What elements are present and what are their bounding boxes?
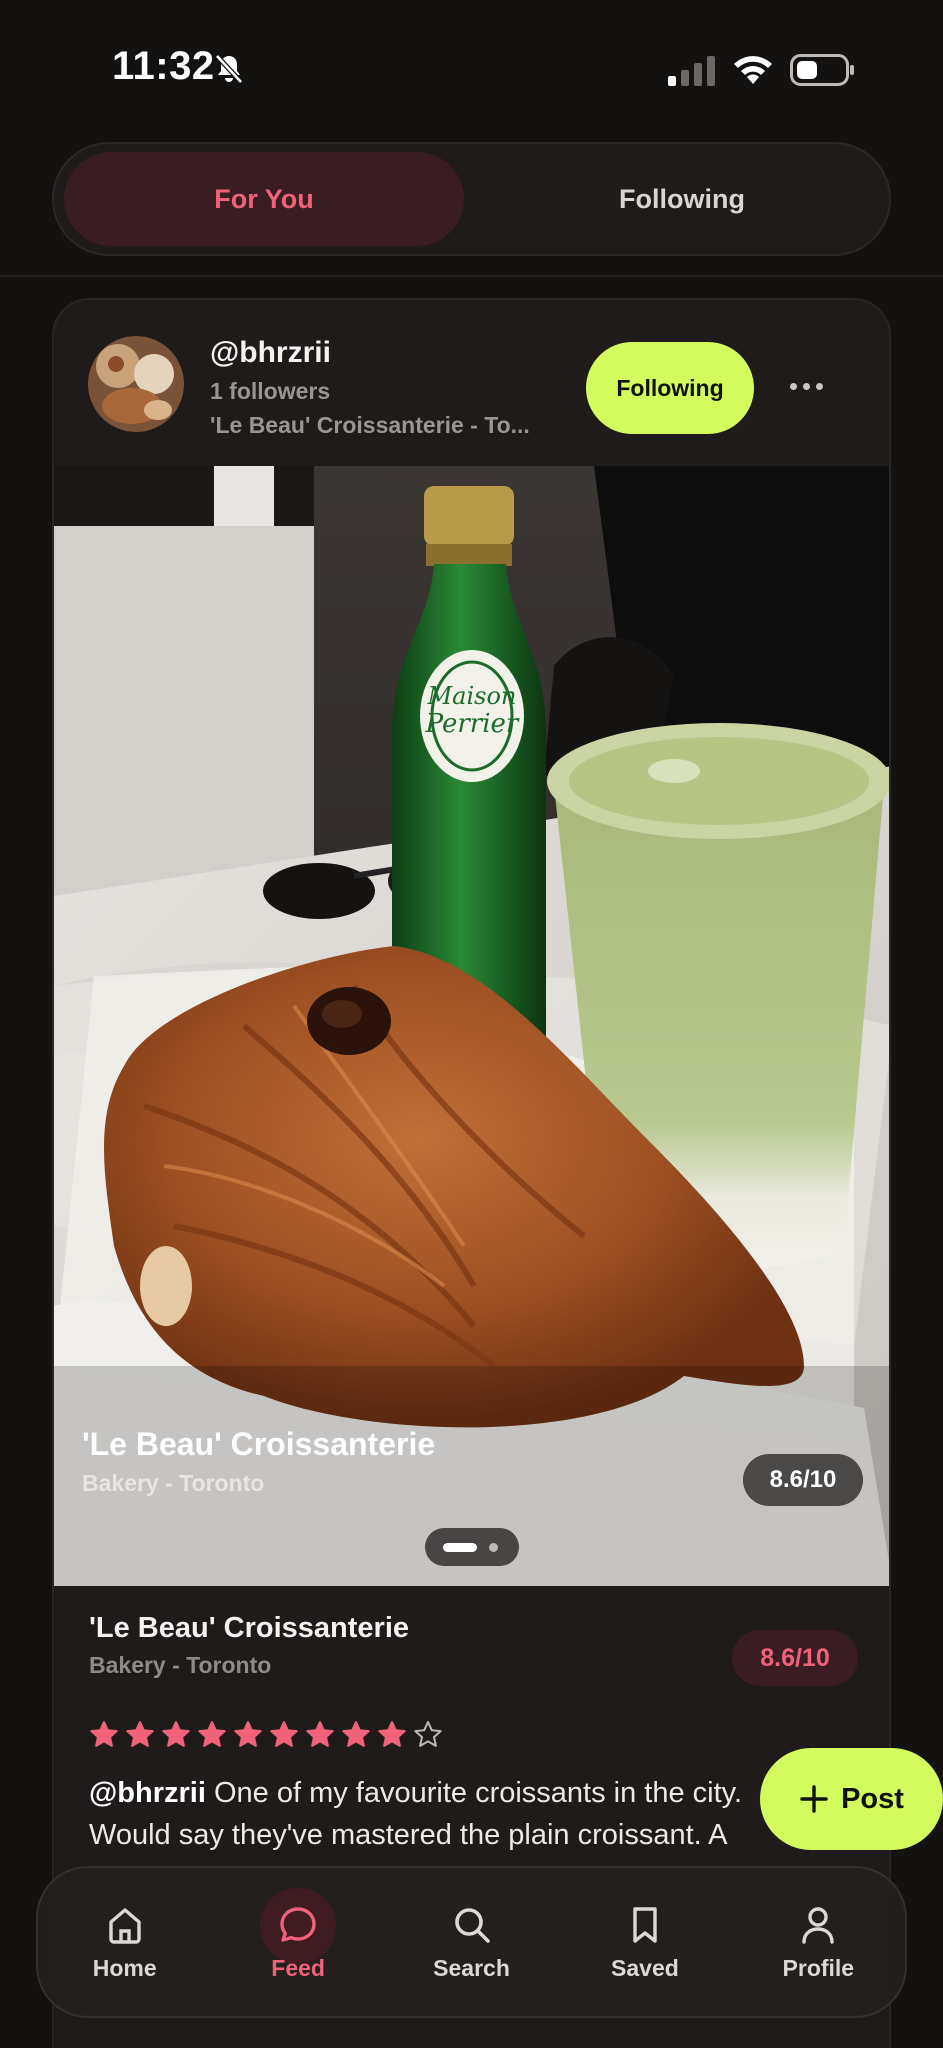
nav-profile[interactable]: Profile: [732, 1868, 905, 2016]
battery-icon: [790, 54, 854, 86]
svg-text:Perrier: Perrier: [425, 709, 520, 739]
post-username[interactable]: @bhrzrii: [210, 336, 331, 370]
nav-profile-label: Profile: [782, 1954, 855, 1981]
photo-place-subtitle: Bakery - Toronto: [82, 1470, 265, 1496]
star-empty-icon: [414, 1721, 442, 1747]
score-badge: 8.6/10: [732, 1630, 858, 1686]
carousel-dot-active: [443, 1543, 477, 1552]
photo-place-title: 'Le Beau' Croissanterie: [82, 1426, 436, 1462]
home-icon: [109, 1907, 141, 1944]
more-options-icon[interactable]: [784, 366, 828, 406]
follower-count: 1 followers: [210, 378, 331, 404]
nav-feed-label: Feed: [271, 1954, 325, 1981]
nav-feed[interactable]: Feed: [211, 1868, 384, 2016]
following-button[interactable]: Following: [586, 342, 754, 434]
search-icon: [454, 1907, 490, 1943]
star-rating: [89, 1720, 443, 1750]
avatar[interactable]: [88, 336, 184, 432]
review-author[interactable]: @bhrzrii: [89, 1777, 206, 1809]
star-filled-icon: [306, 1721, 334, 1747]
star-filled-icon: [126, 1721, 154, 1747]
bell-muted-icon: [215, 54, 243, 84]
nav-search[interactable]: Search: [385, 1868, 558, 2016]
post-photo[interactable]: Maison Perrier 'Le Beau' Croissanterie B…: [54, 466, 889, 1586]
photo-image: Maison Perrier: [54, 466, 889, 1586]
bookmark-icon: [633, 1906, 657, 1943]
tab-for-you[interactable]: For You: [64, 152, 464, 246]
nav-saved[interactable]: Saved: [558, 1868, 731, 2016]
star-filled-icon: [90, 1721, 118, 1747]
carousel-dot: [489, 1543, 498, 1552]
cellular-signal-icon: [668, 56, 715, 86]
star-filled-icon: [378, 1721, 406, 1747]
star-filled-icon: [198, 1721, 226, 1747]
post-button-label: Post: [841, 1782, 904, 1815]
star-filled-icon: [270, 1721, 298, 1747]
chat-bubble-icon: [280, 1906, 316, 1942]
nav-saved-label: Saved: [611, 1954, 679, 1981]
bottom-nav: Home Feed Search Saved Profile: [36, 1866, 907, 2018]
nav-search-label: Search: [433, 1954, 510, 1981]
carousel-indicator[interactable]: [425, 1528, 519, 1566]
person-icon: [802, 1906, 835, 1944]
plus-icon: [800, 1785, 828, 1813]
post-location[interactable]: 'Le Beau' Croissanterie - To...: [210, 412, 590, 439]
place-category: Bakery - Toronto: [89, 1652, 272, 1678]
review-text: @bhrzrii One of my favourite croissants …: [89, 1772, 829, 1856]
star-filled-icon: [234, 1721, 262, 1747]
nav-home[interactable]: Home: [38, 1868, 211, 2016]
tab-following[interactable]: Following: [482, 152, 882, 246]
photo-score-badge: 8.6/10: [743, 1454, 863, 1506]
svg-text:Maison: Maison: [427, 682, 517, 710]
star-filled-icon: [342, 1721, 370, 1747]
feed-tabs: For You Following: [52, 142, 891, 256]
post-button[interactable]: Post: [760, 1748, 943, 1850]
nav-home-label: Home: [92, 1954, 157, 1981]
status-time: 11:32: [112, 44, 215, 88]
status-bar: 11:32: [0, 0, 943, 140]
wifi-icon: [734, 56, 772, 84]
header-divider: [0, 275, 943, 277]
star-filled-icon: [162, 1721, 190, 1747]
place-name[interactable]: 'Le Beau' Croissanterie: [89, 1612, 409, 1645]
